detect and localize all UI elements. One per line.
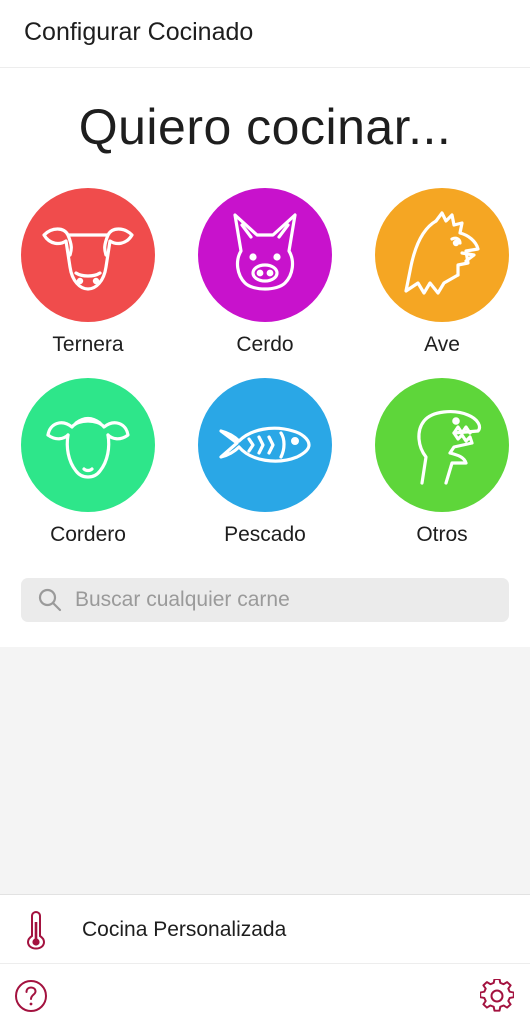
pig-icon [198,188,332,322]
app-screen: Configurar Cocinado Quiero cocinar... Te… [0,0,530,1024]
category-label: Ternera [52,333,124,356]
sheep-icon [21,378,155,512]
category-pescado[interactable]: Pescado [198,378,332,547]
category-label: Cordero [50,523,126,546]
dinosaur-icon [375,378,509,512]
category-label: Otros [416,523,468,546]
category-cordero[interactable]: Cordero [21,378,155,547]
category-ave[interactable]: Ave [375,188,509,357]
settings-icon[interactable] [480,979,514,1013]
category-ternera[interactable]: Ternera [21,188,155,357]
rooster-icon [375,188,509,322]
search-icon [38,588,62,612]
hero-title: Quiero cocinar... [78,99,452,155]
search-input[interactable] [75,588,475,612]
custom-cooking-label: Cocina Personalizada [82,918,287,941]
category-label: Pescado [224,523,306,546]
category-label: Ave [424,333,460,356]
category-cerdo[interactable]: Cerdo [198,188,332,357]
fish-icon [198,378,332,512]
search-bar[interactable] [21,578,509,622]
category-otros[interactable]: Otros [375,378,509,547]
help-icon[interactable] [14,979,48,1013]
empty-content-area [0,647,530,895]
bottom-toolbar [0,965,530,1024]
page-title: Configurar Cocinado [24,18,254,46]
category-label: Cerdo [236,333,294,356]
cow-icon [21,188,155,322]
thermometer-icon [26,910,46,950]
custom-cooking-row[interactable]: Cocina Personalizada [0,896,530,964]
header-bar: Configurar Cocinado [0,0,530,68]
